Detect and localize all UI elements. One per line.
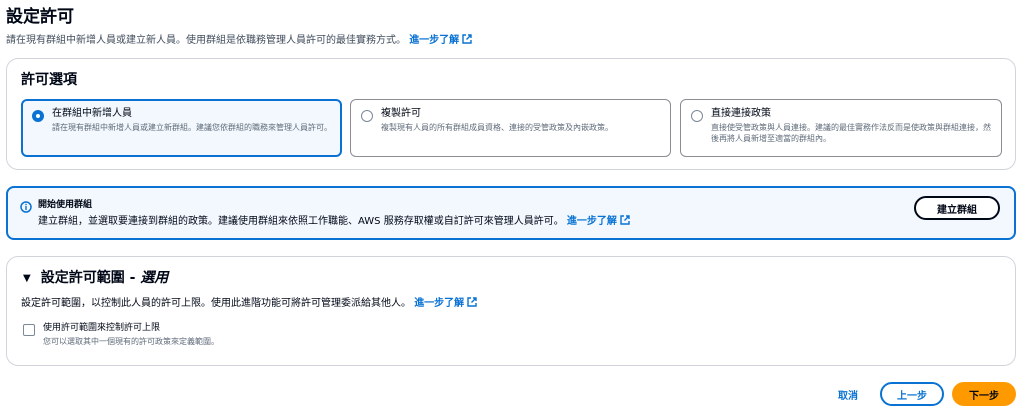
info-alert-title: 開始使用群組 [38,200,93,210]
external-link-icon [467,297,477,307]
option-label: 直接連接政策 [711,108,771,119]
boundary-checkbox-row[interactable]: 使用許可範圍來控制許可上限 您可以選取其中一個現有的許可政策來定義範圍。 [23,322,219,347]
option-copy-permissions[interactable]: 複製許可 複製現有人員的所有群組成員資格、連接的受管政策及內嵌政策。 [350,99,671,157]
create-group-button[interactable]: 建立群組 [914,196,1000,220]
radio-unselected-icon[interactable] [691,110,703,122]
page-description-text: 請在現有群組中新增人員或建立新人員。使用群組是依職務管理人員許可的最佳實務方式。 [6,35,406,46]
learn-more-label: 進一步了解 [409,35,460,46]
radio-selected-icon[interactable] [32,110,44,122]
checkbox-description: 您可以選取其中一個現有的許可政策來定義範圍。 [43,337,219,346]
boundary-expand-toggle[interactable]: ▼ 設定許可範圍 - 選用 [23,269,168,287]
info-alert-body: 建立群組，並選取要連接到群組的政策。建議使用群組來依照工作職能、AWS 服務存取… [38,215,630,229]
previous-button[interactable]: 上一步 [880,382,944,406]
option-attach-policies[interactable]: 直接連接政策 直接使受管政策與人員連接。建議的最佳實務作法反而是使政策與群組連接… [680,99,1002,157]
permissions-boundary-panel: ▼ 設定許可範圍 - 選用 設定許可範圍，以控制此人員的許可上限。使用此進階功能… [6,256,1016,366]
boundary-description-text: 設定許可範圍，以控制此人員的許可上限。使用此進階功能可將許可管理委派給其他人。 [21,298,411,309]
checkbox-label[interactable]: 使用許可範圍來控制許可上限 [43,322,219,335]
boundary-learn-more-label: 進一步了解 [414,298,465,309]
wizard-footer: 取消 上一步 下一步 [838,382,1016,406]
boundary-title-text: 設定許可範圍 - [40,270,141,286]
info-alert: 開始使用群組 建立群組，並選取要連接到群組的政策。建議使用群組來依照工作職能、A… [6,186,1016,240]
boundary-checkbox[interactable] [23,324,35,336]
info-icon [20,201,32,213]
page-header: 設定許可 請在現有群組中新增人員或建立新人員。使用群組是依職務管理人員許可的最佳… [6,6,1016,48]
boundary-description: 設定許可範圍，以控制此人員的許可上限。使用此進階功能可將許可管理委派給其他人。 … [21,297,477,311]
option-add-to-group[interactable]: 在群組中新增人員 請在現有群組中新增人員或建立新群組。建議您依群組的職務來管理人… [21,99,342,157]
permission-options-panel: 許可選項 在群組中新增人員 請在現有群組中新增人員或建立新群組。建議您依群組的職… [6,58,1016,170]
option-description: 請在現有群組中新增人員或建立新群組。建議您依群組的職務來管理人員許可。 [52,123,332,132]
permission-options-title: 許可選項 [21,72,77,88]
boundary-learn-more-link[interactable]: 進一步了解 [414,297,477,309]
learn-more-link[interactable]: 進一步了解 [409,34,472,46]
radio-unselected-icon[interactable] [361,110,373,122]
option-label: 在群組中新增人員 [52,108,132,119]
external-link-icon [620,215,630,225]
info-learn-more-link[interactable]: 進一步了解 [566,215,630,227]
optional-label: 選用 [140,270,169,286]
page-description: 請在現有群組中新增人員或建立新人員。使用群組是依職務管理人員許可的最佳實務方式。… [6,34,1016,48]
option-label: 複製許可 [381,108,421,119]
caret-down-icon: ▼ [23,272,31,284]
page-title: 設定許可 [6,7,74,27]
option-description: 複製現有人員的所有群組成員資格、連接的受管政策及內嵌政策。 [381,123,613,132]
checkbox-text: 使用許可範圍來控制許可上限 您可以選取其中一個現有的許可政策來定義範圍。 [43,322,219,347]
info-learn-more-label: 進一步了解 [566,216,617,227]
info-alert-text: 建立群組，並選取要連接到群組的政策。建議使用群組來依照工作職能、AWS 服務存取… [38,216,564,227]
external-link-icon [462,34,472,44]
next-button[interactable]: 下一步 [952,382,1016,406]
cancel-button[interactable]: 取消 [838,387,858,402]
boundary-title: 設定許可範圍 - 選用 [41,269,169,287]
option-description: 直接使受管政策與人員連接。建議的最佳實務作法反而是使政策與群組連接，然後再將人員… [711,123,991,143]
